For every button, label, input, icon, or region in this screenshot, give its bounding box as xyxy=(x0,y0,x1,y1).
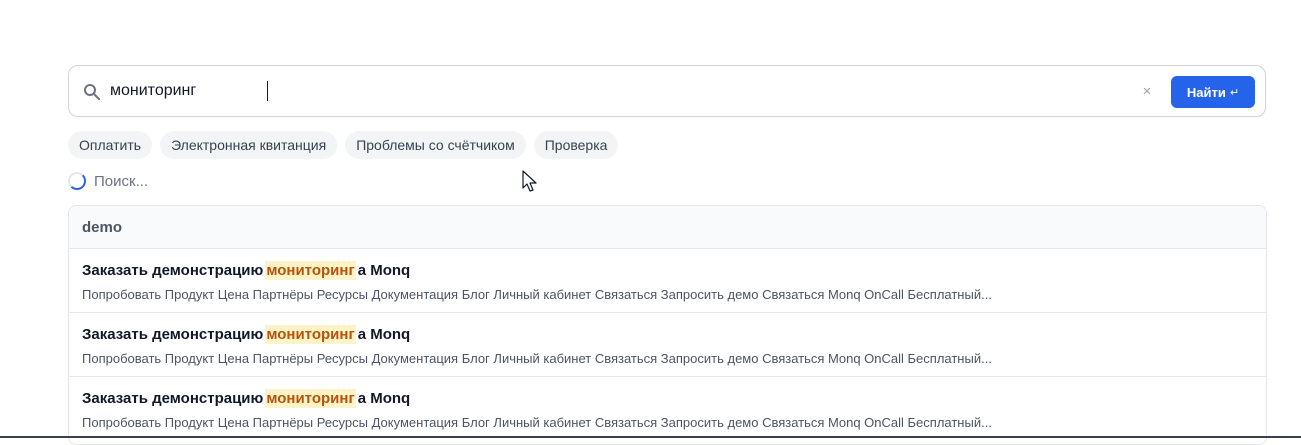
suggestion-chip[interactable]: Оплатить xyxy=(68,131,153,159)
suggestion-chip[interactable]: Проверка xyxy=(533,131,619,159)
result-title-text: а Monq xyxy=(357,326,411,343)
suggestion-chips: Оплатить Электронная квитанция Проблемы … xyxy=(68,131,619,159)
result-snippet: Попробовать Продукт Цена Партнёры Ресурс… xyxy=(82,287,992,302)
suggestion-chip[interactable]: Электронная квитанция xyxy=(160,131,338,159)
loading-indicator: Поиск... xyxy=(68,172,148,190)
search-input[interactable] xyxy=(110,78,1130,104)
text-caret xyxy=(267,81,268,101)
spinner-icon xyxy=(68,172,86,190)
enter-icon: ↵ xyxy=(1229,86,1240,99)
result-item[interactable]: Заказать демонстрацию мониторинг а Monq По… xyxy=(69,377,1266,441)
results-panel: demo Заказать демонстрацию мониторинг а Mo… xyxy=(68,205,1267,445)
result-snippet: Попробовать Продукт Цена Партнёры Ресурс… xyxy=(82,351,992,366)
result-title-text: Заказать демонстрацию xyxy=(82,262,264,279)
clear-button[interactable]: × xyxy=(1137,81,1157,101)
mouse-cursor-icon xyxy=(522,170,537,192)
results-group-header: demo xyxy=(69,206,1266,249)
find-button[interactable]: Найти ↵ xyxy=(1171,76,1255,108)
find-button-label: Найти xyxy=(1186,84,1226,100)
result-item[interactable]: Заказать демонстрацию мониторинг а Monq По… xyxy=(69,249,1266,313)
search-highlight: мониторинг xyxy=(265,389,356,408)
result-title: Заказать демонстрацию мониторинг а Monq xyxy=(82,261,411,280)
result-snippet: Попробовать Продукт Цена Партнёры Ресурс… xyxy=(82,415,992,430)
search-icon xyxy=(84,84,100,100)
result-title-text: Заказать демонстрацию xyxy=(82,390,264,407)
result-title-text: а Monq xyxy=(357,262,411,279)
loading-text: Поиск... xyxy=(94,172,149,190)
result-title: Заказать демонстрацию мониторинг а Monq xyxy=(82,389,411,408)
result-title: Заказать демонстрацию мониторинг а Monq xyxy=(82,325,411,344)
search-highlight: мониторинг xyxy=(265,261,356,280)
search-highlight: мониторинг xyxy=(265,325,356,344)
suggestion-chip[interactable]: Проблемы со счётчиком xyxy=(345,131,526,159)
result-title-text: Заказать демонстрацию xyxy=(82,326,264,343)
search-bar: × Найти ↵ xyxy=(68,65,1266,117)
result-title-text: а Monq xyxy=(357,390,411,407)
close-icon: × xyxy=(1142,82,1152,100)
result-item[interactable]: Заказать демонстрацию мониторинг а Monq По… xyxy=(69,313,1266,377)
